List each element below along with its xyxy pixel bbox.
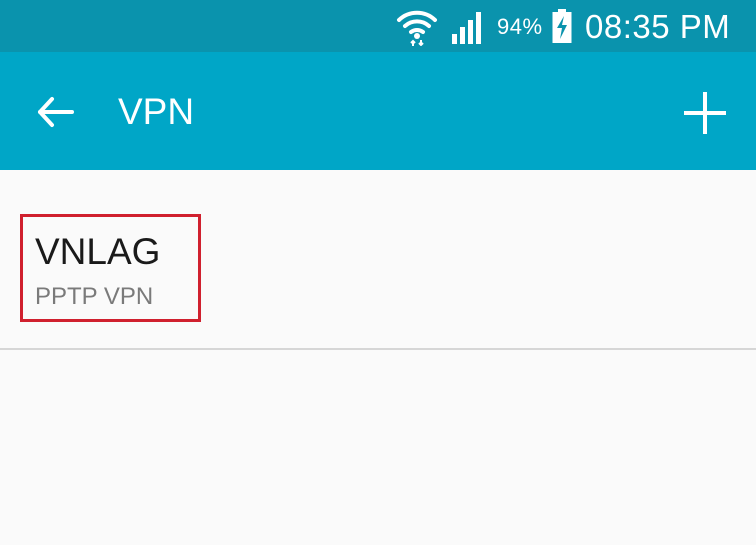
- wifi-icon: [397, 10, 437, 46]
- battery-charging-icon: [552, 9, 572, 43]
- plus-icon: [684, 92, 726, 134]
- battery-percent: 94%: [497, 14, 543, 39]
- app-bar: VPN: [0, 52, 756, 170]
- list-divider: [0, 348, 756, 350]
- page-title: VPN: [118, 91, 195, 132]
- vpn-name: VNLAG: [35, 231, 161, 272]
- back-button[interactable]: [30, 88, 78, 136]
- status-bar: 94% 08:35 PM: [0, 0, 756, 52]
- signal-icon: [452, 12, 481, 44]
- arrow-back-icon: [38, 97, 74, 127]
- status-time: 08:35 PM: [585, 8, 731, 45]
- vpn-type: PPTP VPN: [35, 283, 154, 310]
- add-vpn-button[interactable]: [680, 88, 730, 138]
- vpn-settings-screen: 94% 08:35 PM VPN VNLAG PPTP VPN: [0, 0, 756, 545]
- vpn-list-item[interactable]: VNLAG PPTP VPN: [0, 170, 756, 348]
